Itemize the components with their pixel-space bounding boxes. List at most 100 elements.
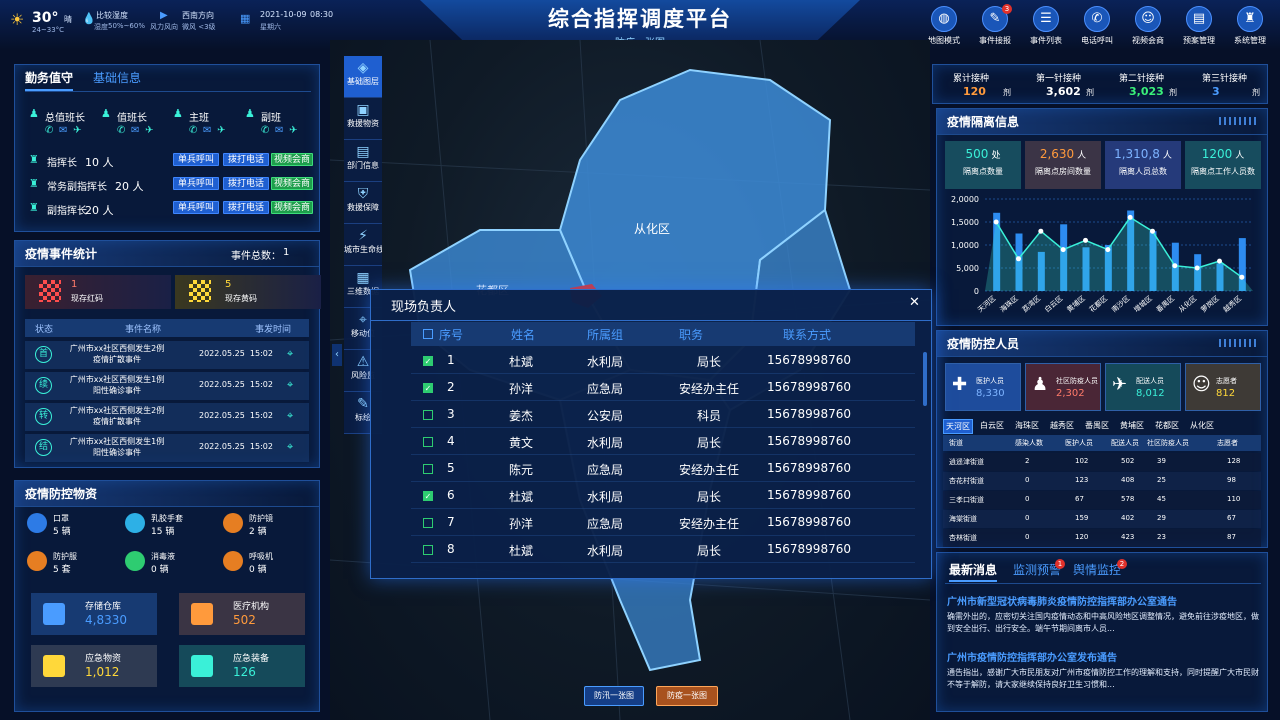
toolbar-button-2[interactable]: ☰ 事件列表 <box>1027 6 1065 52</box>
personnel-card[interactable]: ☺ 志愿者 812 <box>1185 363 1261 411</box>
isolation-card[interactable]: 1,310,8 人隔离人员总数 <box>1105 141 1181 189</box>
call-button[interactable]: 单兵呼叫 <box>173 201 219 214</box>
checkbox[interactable] <box>423 464 433 474</box>
district-tab[interactable]: 越秀区 <box>1048 419 1076 432</box>
video-button[interactable]: 视频会商 <box>271 201 313 214</box>
row-duty: 局长 <box>696 490 721 504</box>
call-button[interactable]: 单兵呼叫 <box>173 177 219 190</box>
district-tab[interactable]: 黄埔区 <box>1118 419 1146 432</box>
video-button[interactable]: 视频会商 <box>271 177 313 190</box>
district-tab[interactable]: 从化区 <box>1188 419 1216 432</box>
supply-card[interactable]: 存储仓库 4,8330 <box>31 593 157 635</box>
toolbar-button-4[interactable]: ☺ 视频会商 <box>1129 6 1167 52</box>
personnel-row[interactable] <box>943 472 1261 490</box>
checkbox[interactable] <box>423 545 433 555</box>
location-pin-icon[interactable]: ⌖ <box>287 440 293 454</box>
checkbox-checked[interactable]: ✓ <box>423 383 433 393</box>
event-row[interactable]: 首广州市xx社区西侧发生2例疫情扩散事件 2022.05.25 15:02 ⌖ <box>25 341 309 369</box>
personnel-row[interactable] <box>943 529 1261 547</box>
video-icon[interactable]: ✈ <box>289 125 297 136</box>
collapse-left-arrow[interactable]: ‹ <box>332 344 342 366</box>
modal-table-row[interactable]: ✓ 6 杜斌 水利局 局长 15678998760 <box>411 483 915 509</box>
event-row[interactable]: 结广州市xx社区西侧发生1例阳性确诊事件 2022.05.25 15:02 ⌖ <box>25 434 309 462</box>
modal-table-row[interactable]: ✓ 2 孙洋 应急局 安经办主任 15678998760 <box>411 375 915 401</box>
checkbox[interactable] <box>423 410 433 420</box>
isolation-card[interactable]: 500 处隔离点数量 <box>945 141 1021 189</box>
news-tab-latest[interactable]: 最新消息 <box>949 561 998 582</box>
modal-scrollbar[interactable] <box>923 352 927 406</box>
map-tool-0[interactable]: ◈ 基础图层 <box>344 56 382 98</box>
personnel-card[interactable]: ✚ 医护人员 8,330 <box>945 363 1021 411</box>
checkbox-checked[interactable]: ✓ <box>423 356 433 366</box>
phone-icon[interactable]: ✆ <box>45 125 53 136</box>
modal-table-row[interactable]: 5 陈元 应急局 安经办主任 15678998760 <box>411 456 915 482</box>
location-pin-icon[interactable]: ⌖ <box>287 409 293 423</box>
event-row[interactable]: 转广州市xx社区西侧发生2例疫情扩散事件 2022.05.25 15:02 ⌖ <box>25 403 309 431</box>
phone-button[interactable]: 拨打电话 <box>223 177 269 190</box>
checkbox-checked[interactable]: ✓ <box>423 491 433 501</box>
modal-table-row[interactable]: 4 黄文 水利局 局长 15678998760 <box>411 429 915 455</box>
map-mode-tab-epidemic[interactable]: 防疫一张图 <box>656 686 718 706</box>
call-button[interactable]: 单兵呼叫 <box>173 153 219 166</box>
yellow-code-card[interactable]: 5 现存黄码 <box>175 275 321 309</box>
role-label: 副班 <box>261 113 281 124</box>
district-tab[interactable]: 番禺区 <box>1083 419 1111 432</box>
phone-icon[interactable]: ✆ <box>261 125 269 136</box>
map-tool-3[interactable]: ⛨ 救援保障 <box>344 182 382 224</box>
modal-table-row[interactable]: ✓ 1 杜斌 水利局 局长 15678998760 <box>411 348 915 374</box>
red-code-card[interactable]: 1 现存红码 <box>25 275 171 309</box>
location-pin-icon[interactable]: ⌖ <box>287 378 293 392</box>
video-button[interactable]: 视频会商 <box>271 153 313 166</box>
map-tool-1[interactable]: ▣ 救援物资 <box>344 98 382 140</box>
personnel-card[interactable]: ♟ 社区防疫人员 2,302 <box>1025 363 1101 411</box>
personnel-row[interactable] <box>943 453 1261 471</box>
news-tab-monitor[interactable]: 监测预警 <box>1013 561 1061 578</box>
district-tab[interactable]: 花都区 <box>1153 419 1181 432</box>
event-row[interactable]: 续广州市xx社区西侧发生1例阳性确诊事件 2022.05.25 15:02 ⌖ <box>25 372 309 400</box>
video-icon[interactable]: ✈ <box>217 125 225 136</box>
tab-duty[interactable]: 勤务值守 <box>25 69 74 91</box>
toolbar-button-6[interactable]: ♜ 系统管理 <box>1231 6 1269 52</box>
phone-button[interactable]: 拨打电话 <box>223 153 269 166</box>
modal-table-row[interactable]: 3 姜杰 公安局 科员 15678998760 <box>411 402 915 428</box>
phone-icon[interactable]: ✆ <box>189 125 197 136</box>
video-icon[interactable]: ✈ <box>145 125 153 136</box>
message-icon[interactable]: ✉ <box>203 125 211 136</box>
supply-card[interactable]: 应急物资 1,012 <box>31 645 157 687</box>
modal-table-row[interactable]: 7 孙洋 应急局 安经办主任 15678998760 <box>411 510 915 536</box>
toolbar-button-0[interactable]: ◍ 地图模式 <box>925 6 963 52</box>
supply-card[interactable]: 应急装备 126 <box>179 645 305 687</box>
news-tab-opinion[interactable]: 舆情监控 <box>1073 561 1121 578</box>
supply-card[interactable]: 医疗机构 502 <box>179 593 305 635</box>
map-mode-tab-flood[interactable]: 防汛一张图 <box>584 686 644 706</box>
checkbox[interactable] <box>423 518 433 528</box>
modal-close-icon[interactable]: ✕ <box>909 295 920 310</box>
map-tool-4[interactable]: ⚡ 城市生命线 <box>344 224 382 266</box>
toolbar-button-1[interactable]: ✎ 事件接报 3 <box>976 4 1014 52</box>
toolbar-button-5[interactable]: ▤ 预案管理 <box>1180 6 1218 52</box>
location-pin-icon[interactable]: ⌖ <box>287 347 293 361</box>
phone-button[interactable]: 拨打电话 <box>223 201 269 214</box>
personnel-row[interactable] <box>943 491 1261 509</box>
phone-icon[interactable]: ✆ <box>117 125 125 136</box>
news-title[interactable]: 广州市疫情防控指挥部办公室发布通告 <box>947 649 1261 664</box>
personnel-row[interactable] <box>943 510 1261 528</box>
checkbox[interactable] <box>423 437 433 447</box>
select-all-checkbox[interactable] <box>423 329 433 339</box>
district-tab[interactable]: 白云区 <box>978 419 1006 432</box>
modal-table-row[interactable]: 8 杜斌 水利局 局长 15678998760 <box>411 537 915 563</box>
row-phone: 15678998760 <box>767 353 851 367</box>
message-icon[interactable]: ✉ <box>275 125 283 136</box>
isolation-card[interactable]: 1200 人隔离点工作人员数 <box>1185 141 1261 189</box>
district-tab[interactable]: 天河区 <box>943 419 973 434</box>
map-tool-2[interactable]: ▤ 部门信息 <box>344 140 382 182</box>
toolbar-button-3[interactable]: ✆ 电话呼叫 <box>1078 6 1116 52</box>
news-title[interactable]: 广州市新型冠状病毒肺炎疫情防控指挥部办公室通告 <box>947 593 1261 608</box>
district-tab[interactable]: 海珠区 <box>1013 419 1041 432</box>
personnel-card[interactable]: ✈ 配送人员 8,012 <box>1105 363 1181 411</box>
message-icon[interactable]: ✉ <box>131 125 139 136</box>
video-icon[interactable]: ✈ <box>73 125 81 136</box>
isolation-card[interactable]: 2,630 人隔离点房间数量 <box>1025 141 1101 189</box>
message-icon[interactable]: ✉ <box>59 125 67 136</box>
tab-basic-info[interactable]: 基础信息 <box>93 69 141 91</box>
